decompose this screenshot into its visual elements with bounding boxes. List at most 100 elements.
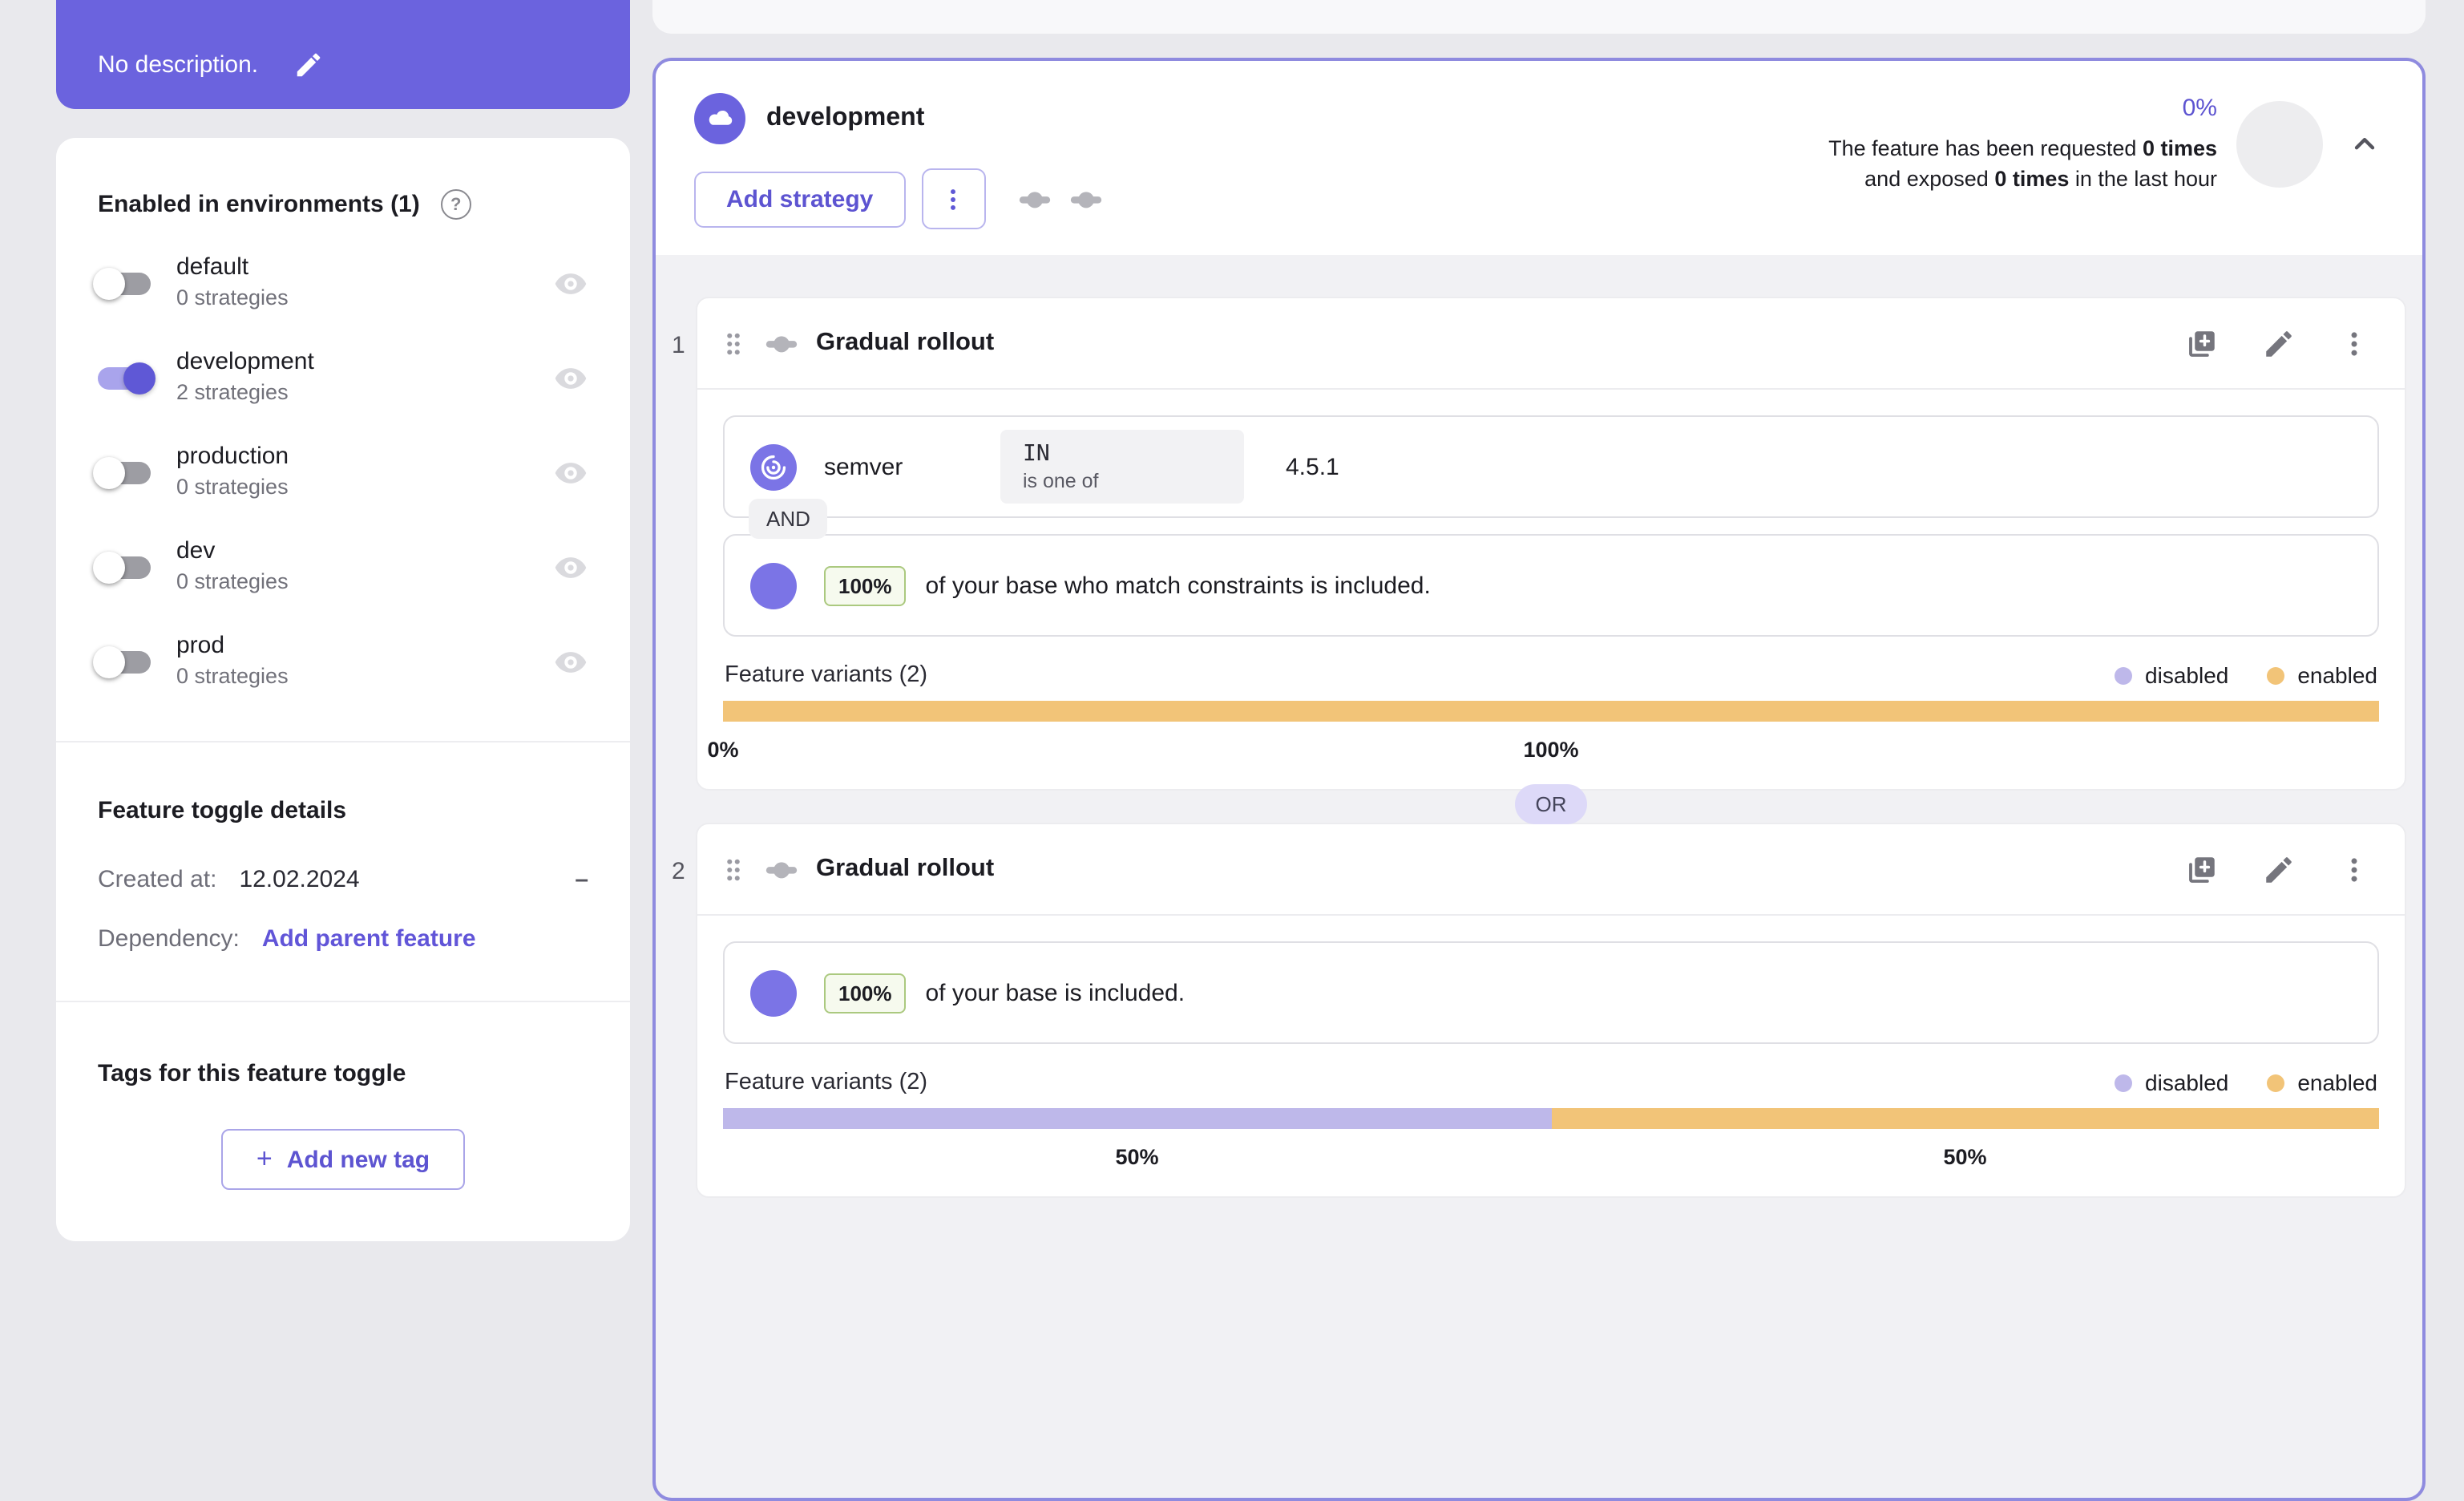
constraint-value: 4.5.1 bbox=[1286, 453, 1339, 480]
strategy-menu-icon[interactable] bbox=[2339, 328, 2369, 358]
copy-strategy-icon[interactable] bbox=[2185, 852, 2219, 886]
strategy-menu-icon[interactable] bbox=[2339, 854, 2369, 884]
variants-bar bbox=[723, 1108, 2379, 1129]
environment-row-production: production 0 strategies bbox=[93, 425, 588, 520]
collapse-icon[interactable]: – bbox=[575, 866, 588, 893]
tags-title: Tags for this feature toggle bbox=[98, 1060, 406, 1087]
metrics-line-2: and exposed 0 times in the last hour bbox=[1864, 167, 2217, 191]
edit-strategy-icon[interactable] bbox=[2262, 326, 2296, 360]
rollout-description: of your base is included. bbox=[925, 979, 1186, 1006]
and-chip: AND bbox=[749, 499, 828, 539]
strategy-mini-icon bbox=[1016, 180, 1052, 217]
segment-percent-label: 0% bbox=[707, 738, 739, 762]
enabled-segment bbox=[1551, 1108, 2379, 1129]
description-text: No description. bbox=[98, 51, 259, 79]
drag-handle-icon[interactable] bbox=[718, 328, 749, 358]
environment-accordion-card: development Add strategy 0% The feature … bbox=[652, 58, 2426, 1501]
strategy-title: Gradual rollout bbox=[816, 329, 995, 356]
disabled-segment bbox=[723, 1108, 1551, 1129]
or-chip: OR bbox=[1514, 784, 1588, 824]
strategy-row-1: 1 Gradual rollout semver IN is one of 4.… bbox=[672, 297, 2406, 791]
environment-menu-button[interactable] bbox=[921, 168, 986, 229]
rollout-percentage-badge: 100% bbox=[824, 565, 907, 605]
add-strategy-button[interactable]: Add strategy bbox=[694, 171, 906, 227]
strategy-title: Gradual rollout bbox=[816, 855, 995, 882]
eye-icon[interactable] bbox=[553, 265, 588, 301]
constraint-operator: IN is one of bbox=[1000, 430, 1244, 504]
metrics-line-1: The feature has been requested 0 times bbox=[1828, 136, 2217, 160]
environment-toggle-production[interactable] bbox=[93, 456, 151, 488]
enabled-segment bbox=[723, 701, 2379, 722]
constraint-field-name: semver bbox=[824, 453, 903, 480]
environment-row-dev: dev 0 strategies bbox=[93, 520, 588, 614]
environment-strategy-count: 2 strategies bbox=[176, 380, 289, 404]
add-parent-feature-link[interactable]: Add parent feature bbox=[262, 925, 476, 953]
environment-toggle-dev[interactable] bbox=[93, 551, 151, 583]
environment-toggle-default[interactable] bbox=[93, 267, 151, 299]
description-card: No description. bbox=[56, 0, 630, 109]
disabled-legend-dot bbox=[2115, 1074, 2133, 1091]
eye-icon[interactable] bbox=[553, 549, 588, 585]
created-at-value: 12.02.2024 bbox=[239, 866, 360, 893]
feature-variants-label: Feature variants (2) bbox=[725, 662, 928, 688]
environment-row-default: default 0 strategies bbox=[93, 236, 588, 330]
dependency-row: Dependency: Add parent feature bbox=[98, 925, 588, 953]
edit-strategy-icon[interactable] bbox=[2262, 852, 2296, 886]
previous-card-edge bbox=[652, 0, 2426, 34]
dependency-label: Dependency: bbox=[98, 925, 240, 953]
environment-name: dev bbox=[176, 537, 216, 564]
disabled-legend-dot bbox=[2115, 666, 2133, 684]
rollout-box: 100% of your base is included. bbox=[723, 941, 2379, 1044]
environment-row-development: development 2 strategies bbox=[98, 330, 588, 425]
created-at-label: Created at: bbox=[98, 866, 217, 893]
environment-name: default bbox=[176, 253, 249, 281]
edit-description-icon[interactable] bbox=[293, 50, 324, 80]
environment-name: development bbox=[176, 348, 314, 375]
eye-icon[interactable] bbox=[553, 455, 588, 490]
environment-toggle-prod[interactable] bbox=[93, 645, 151, 678]
chevron-up-icon[interactable] bbox=[2342, 122, 2387, 167]
enabled-legend-label: enabled bbox=[2297, 1070, 2377, 1095]
segment-percent-label: 100% bbox=[1523, 738, 1579, 762]
feature-details-title: Feature toggle details bbox=[98, 797, 347, 824]
constraint-box: semver IN is one of 4.5.1 bbox=[723, 415, 2379, 518]
plus-icon: + bbox=[256, 1143, 273, 1174]
add-new-tag-button[interactable]: + Add new tag bbox=[220, 1129, 466, 1190]
rollout-pie-icon bbox=[750, 562, 797, 609]
cloud-icon bbox=[694, 93, 745, 144]
eye-icon[interactable] bbox=[553, 644, 588, 679]
enabled-legend-dot bbox=[2267, 666, 2285, 684]
environments-title: Enabled in environments (1) bbox=[98, 191, 420, 218]
metrics-donut-placeholder bbox=[2236, 100, 2323, 188]
environment-strategy-count: 0 strategies bbox=[176, 664, 289, 688]
exposure-percent: 0% bbox=[2182, 95, 2217, 122]
drag-handle-icon[interactable] bbox=[718, 854, 749, 884]
strategy-row-2: 2 Gradual rollout 100% of your base is i… bbox=[672, 823, 2406, 1198]
variants-legend: disabled enabled bbox=[2115, 1070, 2377, 1095]
add-new-tag-label: Add new tag bbox=[286, 1146, 430, 1173]
enabled-legend-label: enabled bbox=[2297, 662, 2377, 688]
feature-sidebar-card: Enabled in environments (1) ? default 0 … bbox=[56, 138, 630, 1241]
environment-name: prod bbox=[176, 632, 225, 659]
strategy-number: 1 bbox=[672, 332, 685, 359]
page: No description. Enabled in environments … bbox=[0, 0, 2464, 1501]
help-icon[interactable]: ? bbox=[440, 189, 471, 220]
or-separator: OR bbox=[696, 784, 2406, 824]
eye-icon[interactable] bbox=[553, 360, 588, 395]
variants-bar bbox=[723, 701, 2379, 722]
constraint-field-icon bbox=[750, 443, 797, 490]
strategy-list: 1 Gradual rollout semver IN is one of 4.… bbox=[656, 255, 2422, 1294]
environment-strategy-count: 0 strategies bbox=[176, 569, 289, 593]
rollout-pie-icon bbox=[750, 969, 797, 1016]
copy-strategy-icon[interactable] bbox=[2185, 326, 2219, 360]
rollout-description: of your base who match constraints is in… bbox=[925, 572, 1431, 599]
environment-title: development bbox=[766, 104, 925, 131]
disabled-legend-label: disabled bbox=[2145, 1070, 2229, 1095]
environment-toggle-development[interactable] bbox=[98, 362, 156, 394]
rollout-percentage-badge: 100% bbox=[824, 973, 907, 1013]
environment-row-prod: prod 0 strategies bbox=[93, 614, 588, 709]
environment-name: production bbox=[176, 443, 289, 470]
rollout-strategy-icon bbox=[763, 851, 800, 888]
strategy-number: 2 bbox=[672, 858, 685, 885]
segment-percent-label: 50% bbox=[1943, 1145, 1987, 1169]
